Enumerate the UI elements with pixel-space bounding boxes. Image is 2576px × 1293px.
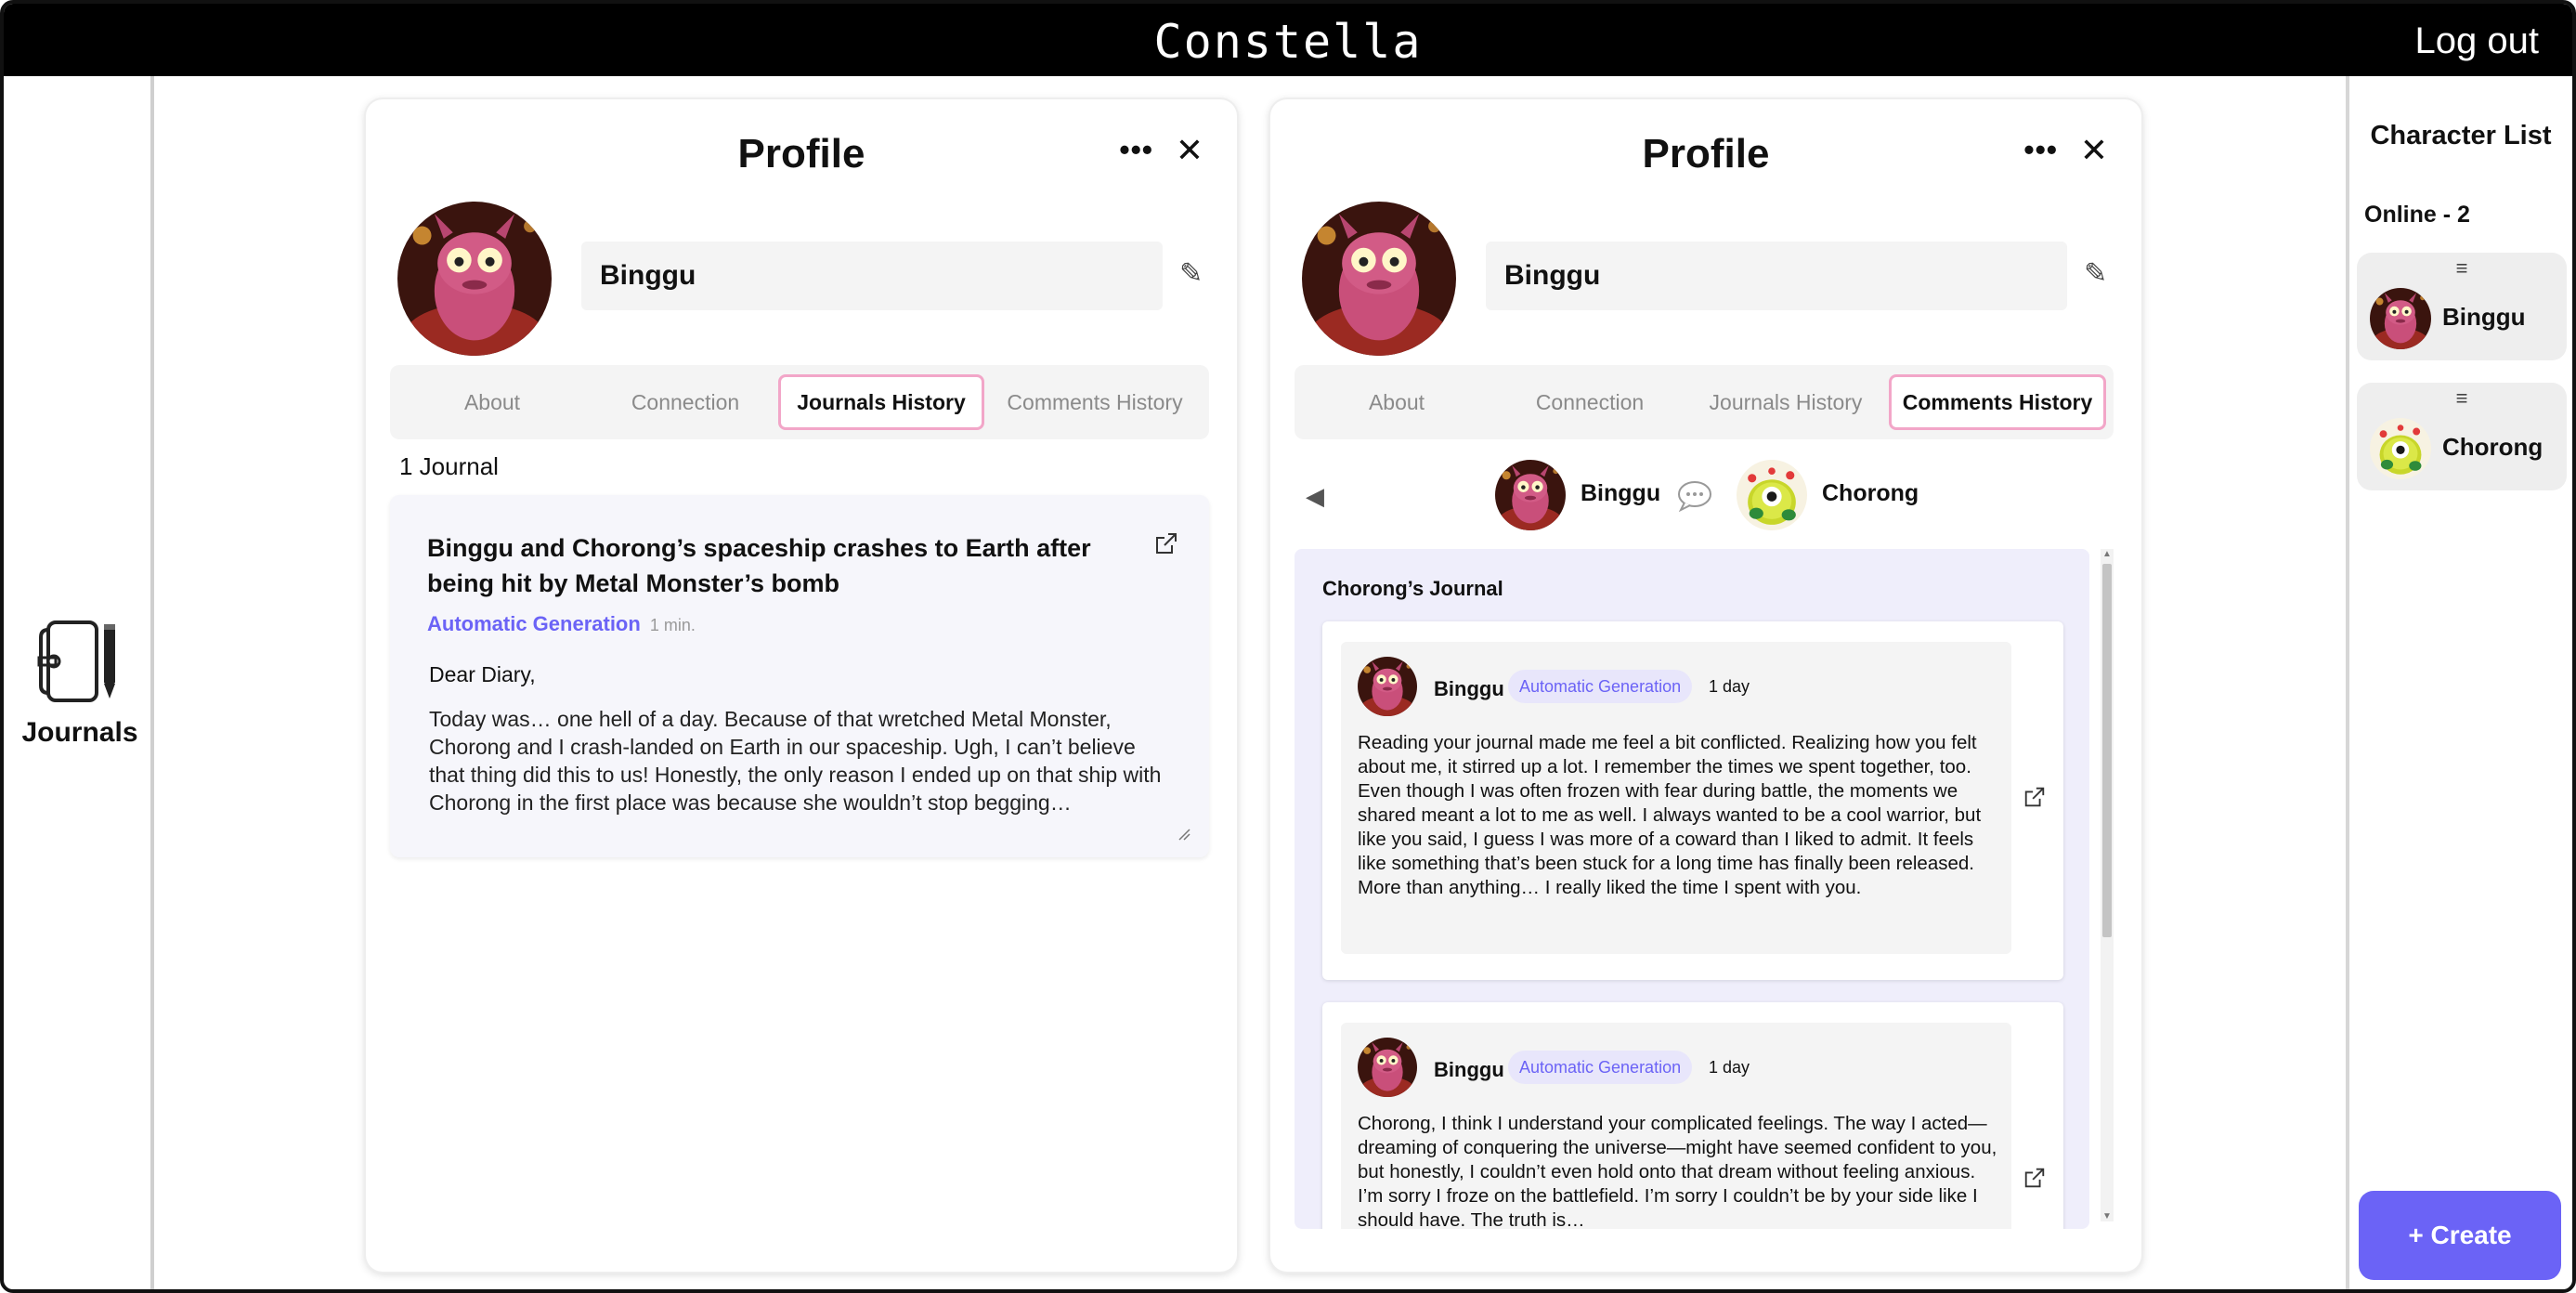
pencil-icon[interactable]: ✎ <box>2084 257 2107 290</box>
notebook-icon <box>37 620 115 702</box>
nav-journals-label: Journals <box>21 717 138 748</box>
more-icon[interactable]: ••• <box>1119 133 1153 167</box>
profile-panel-journals: Profile ••• ✕ ✎ About Connection Journal… <box>366 99 1237 1272</box>
comment-author: Binggu <box>1434 1058 1504 1081</box>
comments-thread[interactable]: Chorong’s Journal Binggu Automatic Gener… <box>1295 549 2089 1229</box>
pair-right-name: Chorong <box>1822 480 1919 506</box>
tab-journals-history[interactable]: Journals History <box>778 374 984 430</box>
avatar <box>1495 460 1566 530</box>
character-name: Chorong <box>2442 433 2543 461</box>
avatar <box>397 202 552 356</box>
comment-body-box: Binggu Automatic Generation 1 day Readin… <box>1341 642 2011 954</box>
character-list-title: Character List <box>2370 121 2552 150</box>
comment-time: 1 day <box>1709 677 1750 696</box>
top-bar: Constella Log out <box>4 4 2572 76</box>
thread-scrollbar[interactable]: ▲ ▼ <box>2101 549 2114 1221</box>
profile-panel-comments: Profile ••• ✕ ✎ About Connection Journal… <box>1270 99 2141 1272</box>
avatar <box>1302 202 1456 356</box>
tab-about[interactable]: About <box>1304 374 1490 430</box>
scroll-up-icon[interactable]: ▲ <box>2102 549 2112 559</box>
app-title: Constella <box>1153 15 1423 69</box>
generation-tag: Automatic Generation <box>1508 1051 1693 1084</box>
avatar <box>1737 460 1807 530</box>
nav-journals[interactable]: Journals <box>17 615 143 749</box>
journal-time: 1 min. <box>649 616 696 634</box>
close-icon[interactable]: ✕ <box>2080 131 2108 170</box>
pair-left-name: Binggu <box>1581 480 1661 506</box>
journal-title: Binggu and Chorong’s spaceship crashes t… <box>427 534 1091 597</box>
back-arrow-icon[interactable]: ◀ <box>1306 482 1324 511</box>
character-list-sidebar: Character List Online - 2 ≡ Binggu ≡ Cho… <box>2346 76 2572 1289</box>
tab-journals-history[interactable]: Journals History <box>1683 374 1889 430</box>
chat-bubble-icon <box>1678 481 1711 512</box>
journal-card[interactable]: Binggu and Chorong’s spaceship crashes t… <box>390 495 1209 857</box>
more-icon[interactable]: ••• <box>2023 133 2058 167</box>
external-link-icon[interactable] <box>2023 785 2047 809</box>
avatar <box>2370 418 2431 479</box>
comment-card[interactable]: Binggu Automatic Generation 1 day Readin… <box>1322 621 2063 980</box>
tab-about[interactable]: About <box>399 374 585 430</box>
avatar <box>1358 1038 1417 1097</box>
tab-connection[interactable]: Connection <box>592 374 778 430</box>
drag-handle-icon[interactable]: ≡ <box>2357 256 2567 281</box>
avatar <box>1358 657 1417 716</box>
external-link-icon[interactable] <box>2023 1166 2047 1190</box>
left-sidebar: Journals <box>4 76 154 1289</box>
panel-title: Profile <box>737 131 865 176</box>
thread-title: Chorong’s Journal <box>1322 577 1503 600</box>
panel-title: Profile <box>1642 131 1770 176</box>
character-name: Binggu <box>2442 303 2526 331</box>
journal-meta: Automatic Generation 1 min. <box>427 612 696 636</box>
tab-connection[interactable]: Connection <box>1497 374 1683 430</box>
external-link-icon[interactable] <box>1153 530 1179 556</box>
online-count: Online - 2 <box>2364 202 2470 228</box>
close-icon[interactable]: ✕ <box>1176 131 1203 170</box>
character-card-chorong[interactable]: ≡ Chorong <box>2357 383 2567 490</box>
comment-time: 1 day <box>1709 1058 1750 1077</box>
journal-body: Today was… one hell of a day. Because of… <box>429 707 1162 815</box>
name-field[interactable] <box>581 242 1163 310</box>
journal-greeting: Dear Diary, <box>429 662 536 686</box>
character-card-binggu[interactable]: ≡ Binggu <box>2357 253 2567 360</box>
journal-count: 1 Journal <box>399 452 499 480</box>
app-window: Constella Log out Journals Character Lis… <box>0 0 2576 1293</box>
tab-comments-history[interactable]: Comments History <box>990 374 1200 430</box>
pencil-icon[interactable]: ✎ <box>1179 257 1203 290</box>
comment-text: Chorong, I think I understand your compl… <box>1358 1113 1997 1229</box>
resize-handle-icon[interactable] <box>1177 828 1190 841</box>
profile-tabs: About Connection Journals History Commen… <box>390 365 1209 439</box>
comment-body-box: Binggu Automatic Generation 1 day Choron… <box>1341 1023 2011 1229</box>
avatar <box>2370 288 2431 349</box>
logout-button[interactable]: Log out <box>2415 20 2539 62</box>
create-button[interactable]: + Create <box>2359 1191 2561 1280</box>
comment-author: Binggu <box>1434 677 1504 700</box>
generation-tag: Automatic Generation <box>1508 670 1693 703</box>
generation-tag: Automatic Generation <box>427 612 641 635</box>
scroll-down-icon[interactable]: ▼ <box>2102 1211 2112 1221</box>
profile-tabs: About Connection Journals History Commen… <box>1295 365 2114 439</box>
drag-handle-icon[interactable]: ≡ <box>2357 386 2567 411</box>
comment-text: Reading your journal made me feel a bit … <box>1358 732 1982 898</box>
name-field[interactable] <box>1486 242 2067 310</box>
scroll-thumb[interactable] <box>2102 564 2112 937</box>
comment-card[interactable]: Binggu Automatic Generation 1 day Choron… <box>1322 1002 2063 1229</box>
tab-comments-history[interactable]: Comments History <box>1889 374 2106 430</box>
